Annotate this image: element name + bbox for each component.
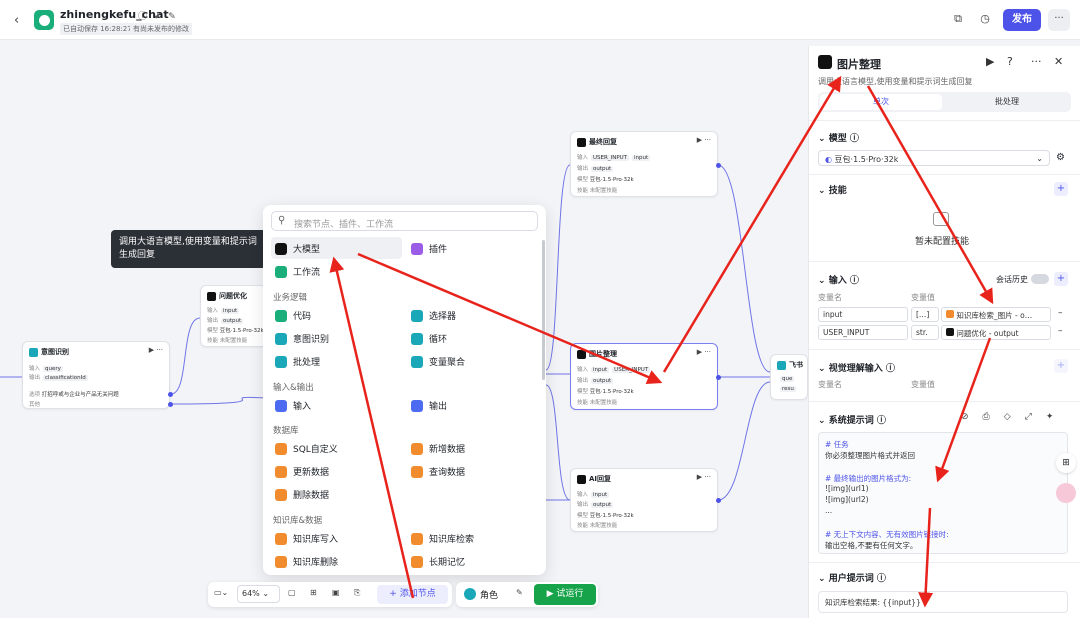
arrow — [866, 85, 994, 305]
arrow — [935, 337, 992, 483]
arrow — [662, 75, 842, 373]
arrow — [329, 256, 415, 599]
arrow — [357, 252, 663, 385]
annotation-arrows — [329, 75, 994, 608]
arrow — [918, 507, 934, 608]
